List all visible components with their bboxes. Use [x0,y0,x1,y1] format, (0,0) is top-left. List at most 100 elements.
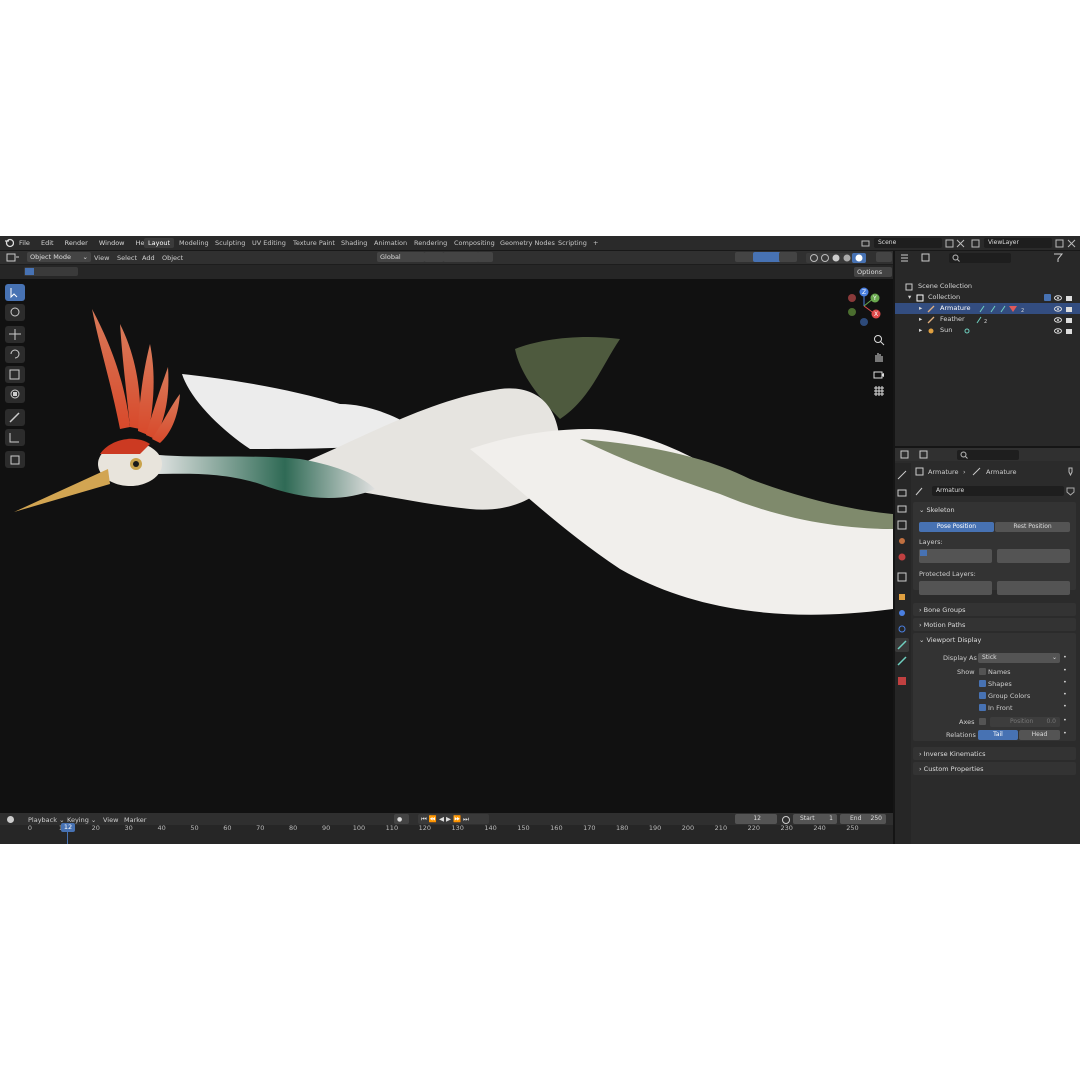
display-as-dropdown[interactable]: Stick ⌄ [978,653,1060,663]
shapes-checkbox[interactable] [979,680,986,687]
render-camera-icon[interactable] [1065,327,1073,335]
eye-icon[interactable] [1054,305,1062,313]
options-dropdown[interactable]: Options [854,267,892,277]
render-tab-icon[interactable] [895,486,909,500]
menu-add[interactable]: Add [142,254,155,262]
properties-search-input[interactable] [957,450,1019,460]
in-front-checkbox[interactable] [979,704,986,711]
delete-view-layer-icon[interactable] [1067,239,1076,248]
outliner-editor-type-icon[interactable] [900,253,914,262]
add-workspace-button[interactable]: + [589,238,602,248]
bone-layers-grid-right[interactable] [997,549,1070,563]
scene-selector[interactable]: Scene [874,238,942,248]
tab-shading[interactable]: Shading [337,238,371,248]
annotate-tool-button[interactable] [5,409,25,426]
tab-uv-editing[interactable]: UV Editing [248,238,290,248]
menu-render[interactable]: Render [65,239,88,247]
group-colors-checkbox[interactable] [979,692,986,699]
mode-dropdown[interactable]: Object Mode ⌄ [27,252,91,262]
view-layer-tab-icon[interactable] [895,518,909,532]
tab-compositing[interactable]: Compositing [450,238,499,248]
menu-window[interactable]: Window [99,239,125,247]
armature-name-field[interactable]: Armature [932,486,1064,496]
menu-view[interactable]: View [103,816,118,824]
pivot-point-button[interactable] [424,252,444,262]
keyframe-dot-icon[interactable]: • [1063,678,1067,686]
armature-data-tab-icon[interactable] [895,638,909,652]
texture-tab-icon[interactable] [895,674,909,688]
rest-position-button[interactable]: Rest Position [995,522,1070,532]
timeline-editor-type-icon[interactable] [6,815,20,824]
start-frame-field[interactable]: Start 1 [793,814,837,824]
gizmo-toggle-button[interactable] [753,252,781,262]
move-tool-button[interactable] [5,326,25,343]
selection-mode-buttons[interactable] [24,267,78,276]
protected-layers-grid-left[interactable] [919,581,992,595]
names-checkbox[interactable] [979,668,986,675]
tab-animation[interactable]: Animation [370,238,411,248]
menu-marker[interactable]: Marker [124,816,146,824]
viewport-display-header[interactable]: ⌄ Viewport Display [919,634,981,646]
outliner-row-armature[interactable]: ▸ Armature 2 [895,303,1080,314]
axes-position-field[interactable]: Position 0.0 [990,717,1060,727]
cursor-tool-button[interactable] [5,304,25,321]
new-scene-icon[interactable] [945,239,954,248]
playhead-frame-badge[interactable]: 12 [61,823,75,832]
end-frame-field[interactable]: End 250 [840,814,886,824]
delete-scene-icon[interactable] [956,239,965,248]
view-layer-selector[interactable]: ViewLayer [984,238,1052,248]
scale-tool-button[interactable] [5,366,25,383]
jump-start-icon[interactable]: ⏮ [421,815,429,823]
fake-user-shield-icon[interactable] [1066,487,1075,496]
rotate-tool-button[interactable] [5,346,25,363]
grid-icon[interactable] [873,385,885,397]
scene-tab-icon[interactable] [895,534,909,548]
playback-controls[interactable]: ⏮⏪◀▶⏩⏭ [418,814,489,824]
blender-logo-icon[interactable] [4,238,14,248]
current-frame-field[interactable]: 12 [735,814,777,824]
pose-position-button[interactable]: Pose Position [919,522,994,532]
3d-viewport[interactable]: Z X Y [0,279,893,813]
transform-orientation-dropdown[interactable]: Global [377,252,425,262]
shading-options-button[interactable] [876,252,892,262]
relations-tail-button[interactable]: Tail [978,730,1018,740]
bone-tab-icon[interactable] [895,654,909,668]
relations-head-button[interactable]: Head [1019,730,1060,740]
world-tab-icon[interactable] [895,550,909,564]
next-keyframe-icon[interactable]: ⏩ [453,815,463,823]
tab-texture-paint[interactable]: Texture Paint [289,238,339,248]
expand-arrow-icon[interactable]: ▸ [919,314,922,325]
overlays-button[interactable] [779,252,797,262]
new-view-layer-icon[interactable] [1055,239,1064,248]
navigation-gizmo[interactable]: Z X Y [842,284,888,330]
stopwatch-icon[interactable] [781,815,791,824]
menu-object[interactable]: Object [162,254,183,262]
tool-tab-icon[interactable] [895,468,909,482]
outliner-row-sun[interactable]: ▸ Sun [895,325,1080,336]
record-button[interactable]: ● [394,814,409,824]
tab-rendering[interactable]: Rendering [410,238,451,248]
transform-tool-button[interactable] [5,386,25,403]
tab-sculpting[interactable]: Sculpting [211,238,249,248]
expand-arrow-icon[interactable]: ▸ [919,303,922,314]
shading-mode-group[interactable] [806,253,866,263]
menu-edit[interactable]: Edit [41,239,54,247]
play-reverse-icon[interactable]: ◀ [439,815,446,823]
keyframe-dot-icon[interactable]: • [1063,716,1067,724]
skeleton-header[interactable]: ⌄ Skeleton [919,504,955,516]
render-camera-icon[interactable] [1065,305,1073,313]
pin-icon[interactable] [1066,467,1075,476]
outliner-search-input[interactable] [949,253,1011,263]
expand-arrow-icon[interactable]: ▾ [908,292,911,303]
filter-icon[interactable] [1053,253,1065,262]
object-visibility-button[interactable] [735,252,755,262]
menu-select[interactable]: Select [117,254,137,262]
keyframe-dot-icon[interactable]: • [1063,729,1067,737]
data-browse-icon[interactable] [915,487,929,496]
tab-layout[interactable]: Layout [144,238,175,248]
properties-display-icon[interactable] [919,450,933,459]
axes-checkbox[interactable] [979,718,986,725]
exclude-checkbox[interactable] [1044,294,1051,301]
modifier-tab-icon[interactable] [895,606,909,620]
physics-tab-icon[interactable] [895,622,909,636]
